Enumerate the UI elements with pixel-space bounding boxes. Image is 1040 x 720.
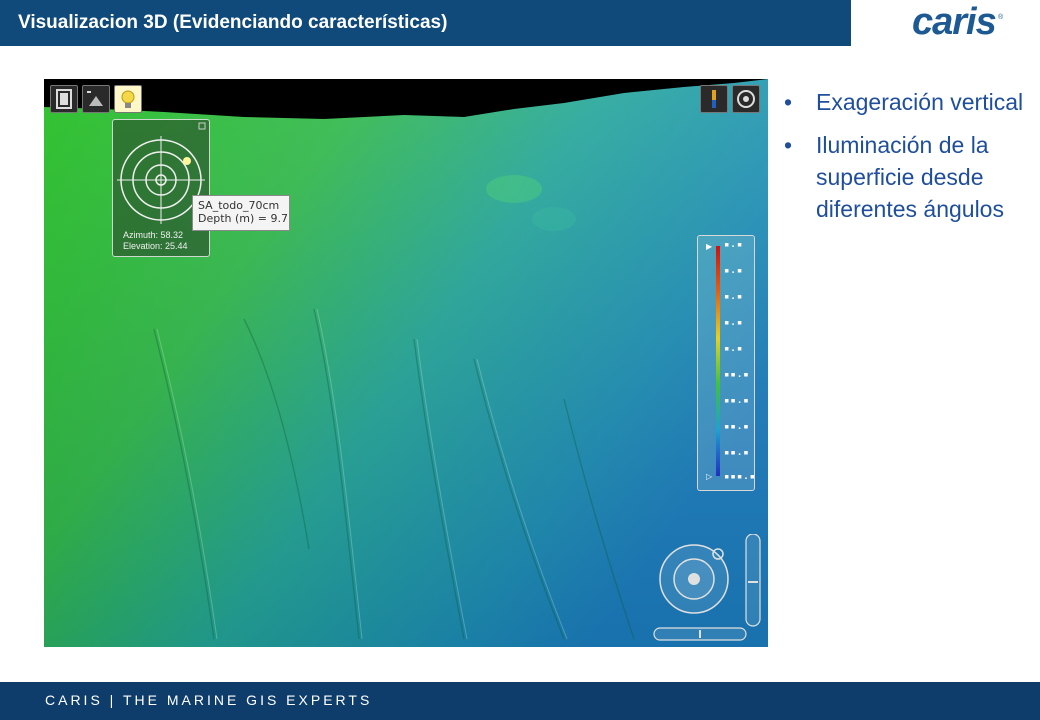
camera-record-icon (737, 90, 755, 108)
footer-bar: CARIS | THE MARINE GIS EXPERTS (0, 682, 1040, 720)
light-bulb-button[interactable] (114, 85, 142, 113)
legend-label: ▪▪▪.▪ (724, 472, 757, 482)
footer-tagline: CARIS | THE MARINE GIS EXPERTS (45, 692, 373, 708)
legend-bottom-marker-icon: ▷ (706, 472, 713, 481)
bullet-item: • Exageración vertical (778, 86, 1028, 118)
film-strip-button[interactable] (50, 85, 78, 113)
tooltip-surface-name: SA_todo_70cm (198, 199, 280, 212)
caris-logo: caris ® (912, 1, 1022, 43)
logo-text: caris (912, 1, 997, 43)
bullet-dot-icon: • (784, 132, 793, 158)
tooltip-depth: Depth (m) = 9.7 (198, 212, 289, 225)
legend-label: ▪▪.▪ (724, 370, 750, 380)
logo-trademark: ® (998, 14, 1004, 21)
legend-label: ▪▪.▪ (724, 448, 750, 458)
azimuth-readout: Azimuth: 58.32 (123, 230, 184, 240)
legend-label: ▪.▪ (724, 240, 744, 250)
film-strip-icon (56, 89, 72, 109)
legend-label: ▪.▪ (724, 344, 744, 354)
terrain-view-button[interactable] (82, 85, 110, 113)
3d-viewer[interactable]: Azimuth: 58.32 Elevation: 25.44 SA_todo_… (44, 79, 768, 647)
zoom-slider[interactable] (745, 534, 761, 627)
bullet-list: • Exageración vertical • Iluminación de la… (778, 86, 1028, 236)
color-legend-button[interactable] (700, 85, 728, 113)
legend-label: ▪.▪ (724, 318, 744, 328)
legend-label: ▪.▪ (724, 292, 744, 302)
bullet-item: • Iluminación de la superficie desde dife… (778, 129, 1028, 225)
light-bulb-icon (121, 90, 135, 108)
light-direction-panel[interactable]: Azimuth: 58.32 Elevation: 25.44 (112, 119, 210, 257)
compass-readout: Azimuth: 58.32 Elevation: 25.44 (123, 230, 188, 252)
color-legend-icon (712, 90, 716, 108)
bullet-text: Exageración vertical (816, 89, 1024, 115)
legend-label: ▪▪.▪ (724, 422, 750, 432)
legend-label: ▪▪.▪ (724, 396, 750, 406)
navigation-joystick[interactable] (652, 534, 768, 647)
legend-top-marker-icon: ▶ (706, 242, 713, 251)
legend-label: ▪.▪ (724, 266, 744, 276)
camera-record-button[interactable] (732, 85, 760, 113)
title-bar: Visualizacion 3D (Evidenciando caracterí… (0, 0, 851, 46)
depth-tooltip: SA_todo_70cm Depth (m) = 9.7 (192, 195, 290, 231)
legend-color-bar (716, 246, 720, 476)
depth-color-legend: ▶ ▷ ▪.▪ ▪.▪ ▪.▪ ▪.▪ ▪.▪ ▪▪.▪ ▪▪.▪ ▪▪.▪ ▪… (697, 235, 755, 491)
bullet-dot-icon: • (784, 89, 793, 115)
slide-title: Visualizacion 3D (Evidenciando caracterí… (18, 12, 448, 33)
bullet-text: Iluminación de la superficie desde difer… (816, 132, 1004, 222)
terrain-view-icon (87, 91, 103, 106)
elevation-readout: Elevation: 25.44 (123, 241, 188, 251)
